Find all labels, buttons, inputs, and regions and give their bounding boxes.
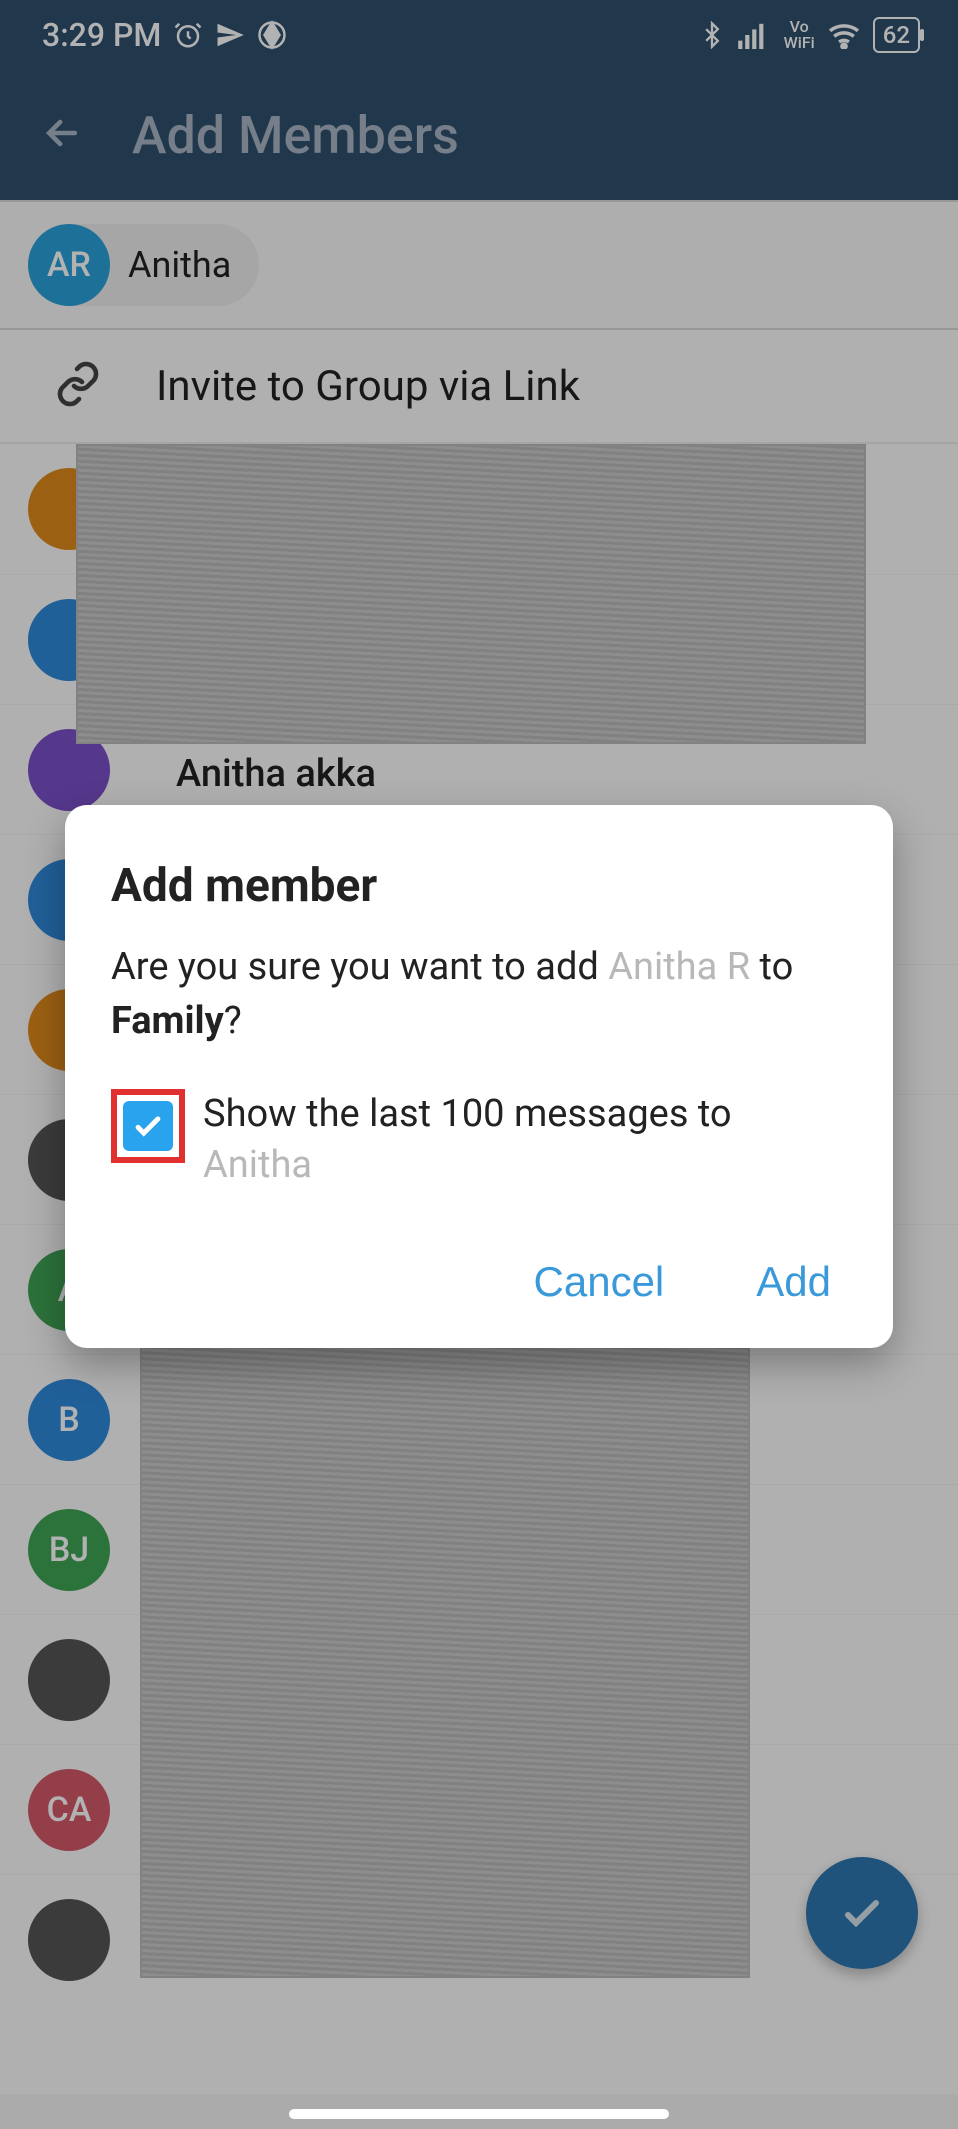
home-indicator[interactable]	[289, 2109, 669, 2119]
show-history-checkbox[interactable]	[123, 1101, 173, 1151]
highlight-box	[111, 1089, 185, 1163]
dialog-message: Are you sure you want to add Anitha R to…	[111, 941, 847, 1049]
checkbox-label: Show the last 100 messages to Anitha	[203, 1089, 732, 1192]
add-button[interactable]: Add	[746, 1240, 841, 1324]
dialog-title: Add member	[111, 859, 847, 913]
add-member-dialog: Add member Are you sure you want to add …	[65, 805, 893, 1348]
cancel-button[interactable]: Cancel	[524, 1240, 675, 1324]
check-icon	[131, 1109, 165, 1143]
